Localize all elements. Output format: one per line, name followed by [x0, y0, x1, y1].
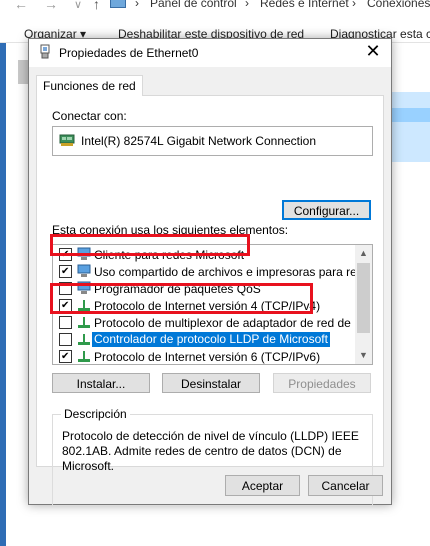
description-text: Protocolo de detección de nivel de víncu… — [62, 429, 359, 473]
recent-dropdown-icon[interactable]: ∨ — [74, 0, 82, 11]
list-item-label: Uso compartido de archivos e impresoras … — [94, 265, 373, 279]
list-item-label: Protocolo de multiplexor de adaptador de… — [94, 316, 373, 330]
uninstall-button[interactable]: Desinstalar — [162, 373, 260, 393]
tab-networking[interactable]: Funciones de red — [36, 75, 143, 96]
cancel-button[interactable]: Cancelar — [308, 475, 383, 496]
network-service-icon — [77, 264, 91, 277]
explorer-address-bar: ← → ∨ ↑ › Panel de control › Redes e Int… — [0, 0, 430, 22]
list-scrollbar[interactable]: ▲ ▼ — [355, 245, 372, 364]
install-button[interactable]: Instalar... — [52, 373, 150, 393]
checkbox[interactable] — [59, 333, 72, 346]
ok-button[interactable]: Aceptar — [225, 475, 300, 496]
highlight-box-qos — [50, 234, 250, 256]
explorer-edge — [0, 43, 6, 546]
description-label: Descripción — [61, 407, 130, 421]
scroll-thumb[interactable] — [357, 263, 370, 333]
breadcrumb-network-internet[interactable]: Redes e Internet — [260, 0, 349, 10]
close-icon[interactable]: ✕ — [361, 41, 385, 62]
networking-tab-panel: Conectar con: Intel(R) 82574L Gigabit Ne… — [36, 95, 384, 506]
adapter-field: Intel(R) 82574L Gigabit Network Connecti… — [52, 126, 373, 156]
list-item[interactable]: Protocolo de Internet versión 6 (TCP/IPv… — [53, 348, 353, 364]
up-icon[interactable]: ↑ — [93, 0, 100, 12]
ethernet-properties-dialog: Propiedades de Ethernet0 ✕ Funciones de … — [28, 38, 392, 506]
network-card-icon — [59, 134, 75, 146]
protocol-icon — [78, 351, 90, 362]
checkbox[interactable] — [59, 350, 72, 363]
checkbox[interactable] — [59, 316, 72, 329]
title-bar[interactable]: Propiedades de Ethernet0 ✕ — [29, 39, 391, 67]
protocol-icon — [78, 317, 90, 328]
control-panel-icon — [110, 0, 126, 8]
breadcrumb-sep: › — [352, 0, 356, 10]
explorer-selected-item-highlight — [392, 108, 430, 122]
breadcrumb-connections[interactable]: Conexiones — [367, 0, 430, 10]
breadcrumb-sep: › — [135, 0, 139, 10]
checkbox[interactable] — [59, 265, 72, 278]
connect-using-label: Conectar con: — [52, 109, 127, 123]
breadcrumb-sep: › — [245, 0, 249, 10]
list-item-label: Controlador de protocolo LLDP de Microso… — [92, 332, 330, 347]
forward-icon[interactable]: → — [44, 0, 58, 12]
list-item[interactable]: Uso compartido de archivos e impresoras … — [53, 263, 372, 280]
properties-button[interactable]: Propiedades — [273, 373, 371, 393]
list-item-selected[interactable]: Controlador de protocolo LLDP de Microso… — [53, 331, 353, 348]
adapter-name: Intel(R) 82574L Gigabit Network Connecti… — [81, 134, 317, 148]
highlight-box-lldp — [50, 283, 313, 314]
dialog-title: Propiedades de Ethernet0 — [59, 46, 199, 60]
scroll-down-icon[interactable]: ▼ — [355, 347, 372, 364]
list-item-label: Protocolo de Internet versión 6 (TCP/IPv… — [94, 350, 321, 364]
back-icon[interactable]: ← — [14, 0, 28, 12]
explorer-selected-item[interactable] — [392, 92, 430, 162]
scroll-up-icon[interactable]: ▲ — [355, 245, 372, 262]
protocol-icon — [78, 334, 90, 345]
network-adapter-icon — [40, 44, 50, 59]
list-item[interactable]: Protocolo de multiplexor de adaptador de… — [53, 314, 372, 331]
breadcrumb-control-panel[interactable]: Panel de control — [150, 0, 237, 10]
configure-button[interactable]: Configurar... — [282, 200, 371, 220]
